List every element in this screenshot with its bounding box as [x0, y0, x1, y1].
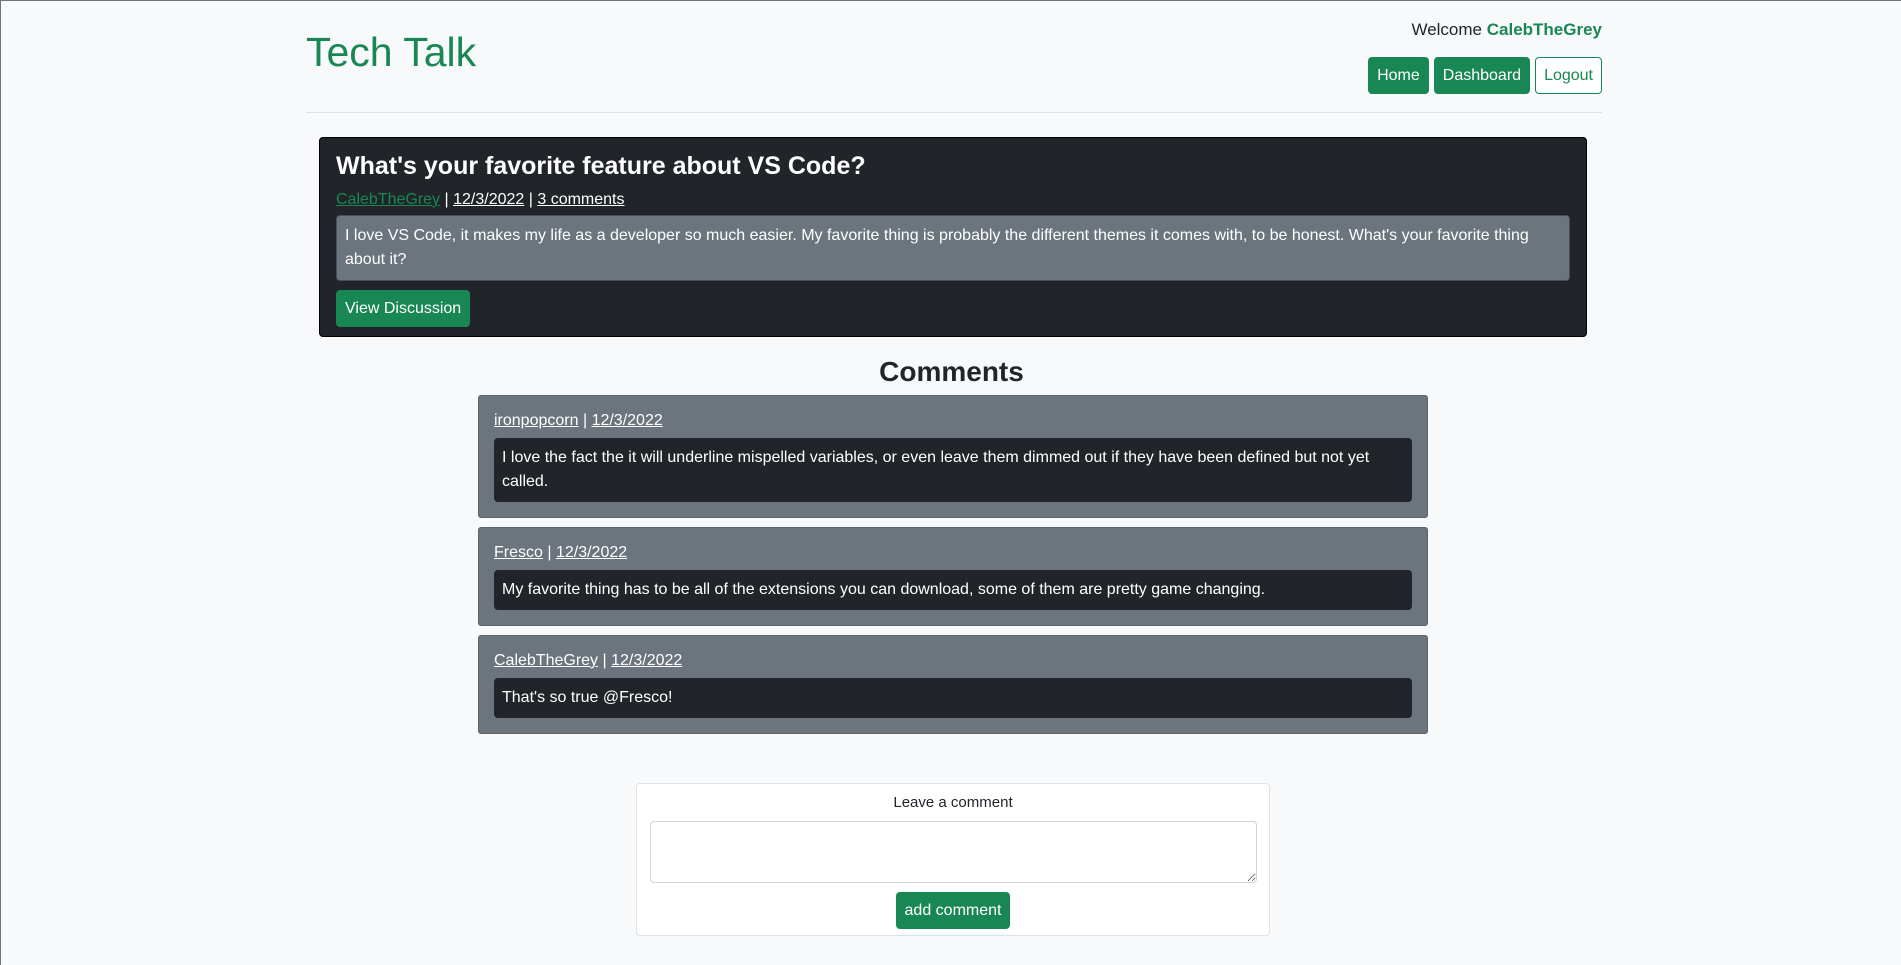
welcome-username: CalebTheGrey — [1486, 20, 1602, 39]
comment-meta: ironpopcorn | 12/3/2022 — [494, 412, 1412, 430]
post-title: What's your favorite feature about VS Co… — [336, 152, 866, 180]
brand-title[interactable]: Tech Talk — [306, 29, 476, 76]
logout-button[interactable]: Logout — [1535, 57, 1602, 94]
home-button[interactable]: Home — [1368, 57, 1429, 94]
comment-card: ironpopcorn | 12/3/2022 I love the fact … — [478, 395, 1428, 518]
comment-meta: CalebTheGrey | 12/3/2022 — [494, 652, 1412, 670]
meta-separator: | — [582, 412, 588, 429]
comment-card: CalebTheGrey | 12/3/2022 That's so true … — [478, 635, 1428, 734]
comment-date-link[interactable]: 12/3/2022 — [611, 652, 682, 669]
comment-body: I love the fact the it will underline mi… — [494, 438, 1412, 502]
meta-separator: | — [528, 191, 533, 208]
comment-author-link[interactable]: Fresco — [494, 544, 543, 561]
meta-separator: | — [444, 191, 449, 208]
view-discussion-button[interactable]: View Discussion — [336, 290, 471, 327]
nav-buttons: Home Dashboard Logout — [1368, 57, 1602, 94]
dashboard-button[interactable]: Dashboard — [1433, 57, 1531, 94]
meta-separator: | — [602, 652, 607, 669]
meta-separator: | — [547, 544, 552, 561]
comment-author-link[interactable]: CalebTheGrey — [494, 652, 598, 669]
comment-author-link[interactable]: ironpopcorn — [494, 412, 579, 429]
post-body: I love VS Code, it makes my life as a de… — [336, 215, 1570, 281]
comment-card: Fresco | 12/3/2022 My favorite thing has… — [478, 527, 1428, 626]
welcome-message: Welcome CalebTheGrey — [1411, 20, 1602, 40]
comment-meta: Fresco | 12/3/2022 — [494, 544, 1412, 562]
comment-textarea[interactable] — [649, 821, 1257, 883]
page-container: Tech Talk Welcome CalebTheGrey Home Dash… — [306, 1, 1602, 113]
comments-heading: Comments — [879, 356, 1024, 387]
comment-body: My favorite thing has to be all of the e… — [494, 570, 1412, 610]
post-date-link[interactable]: 12/3/2022 — [453, 191, 524, 208]
add-comment-button[interactable]: add comment — [895, 892, 1011, 929]
comment-date-link[interactable]: 12/3/2022 — [592, 412, 663, 429]
post-meta: CalebTheGrey | 12/3/2022 | 3 comments — [336, 191, 1570, 209]
comment-form-label: Leave a comment — [893, 794, 1013, 811]
welcome-prefix: Welcome — [1411, 20, 1482, 39]
post-author-link[interactable]: CalebTheGrey — [336, 191, 440, 208]
comment-date-link[interactable]: 12/3/2022 — [556, 544, 627, 561]
comment-form: Leave a comment add comment — [636, 783, 1270, 936]
post-card: What's your favorite feature about VS Co… — [319, 137, 1587, 337]
comment-body: That's so true @Fresco! — [494, 678, 1412, 718]
post-comments-link[interactable]: 3 comments — [537, 191, 624, 208]
site-header: Tech Talk Welcome CalebTheGrey Home Dash… — [306, 1, 1602, 113]
